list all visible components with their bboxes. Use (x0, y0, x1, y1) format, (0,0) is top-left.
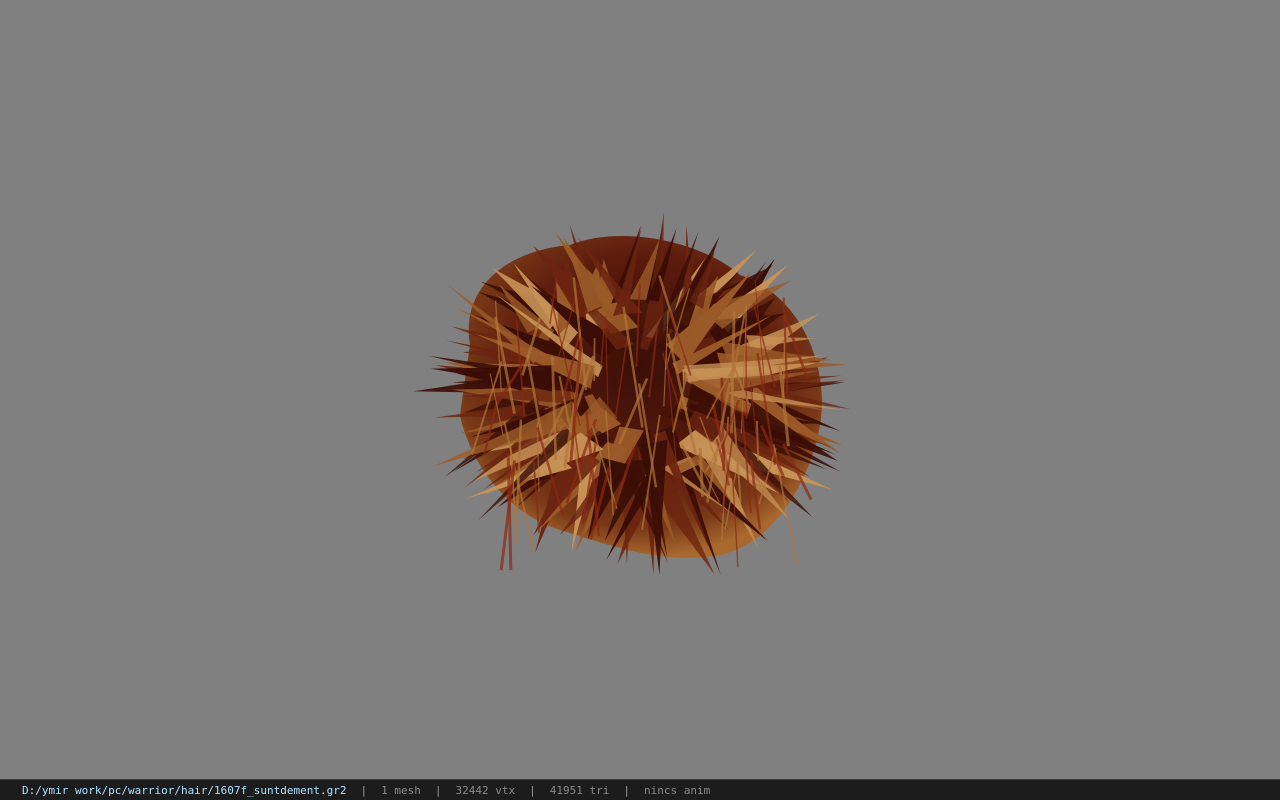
separator: | (529, 783, 536, 797)
3d-viewport[interactable] (0, 0, 1280, 779)
hair-highlight (755, 420, 760, 462)
separator: | (434, 783, 442, 797)
animation-status: nincs anim (643, 783, 711, 797)
mesh-count: 1 mesh (381, 783, 421, 797)
vertex-count: 32442 vtx (455, 783, 516, 797)
separator: | (623, 783, 630, 797)
separator: | (360, 783, 368, 797)
status-bar: D:/ymir work/pc/warrior/hair/1607f_suntd… (0, 779, 1280, 800)
hair-model[interactable] (400, 165, 860, 580)
triangle-count: 41951 tri (549, 783, 610, 797)
file-path: D:/ymir work/pc/warrior/hair/1607f_suntd… (22, 783, 347, 797)
